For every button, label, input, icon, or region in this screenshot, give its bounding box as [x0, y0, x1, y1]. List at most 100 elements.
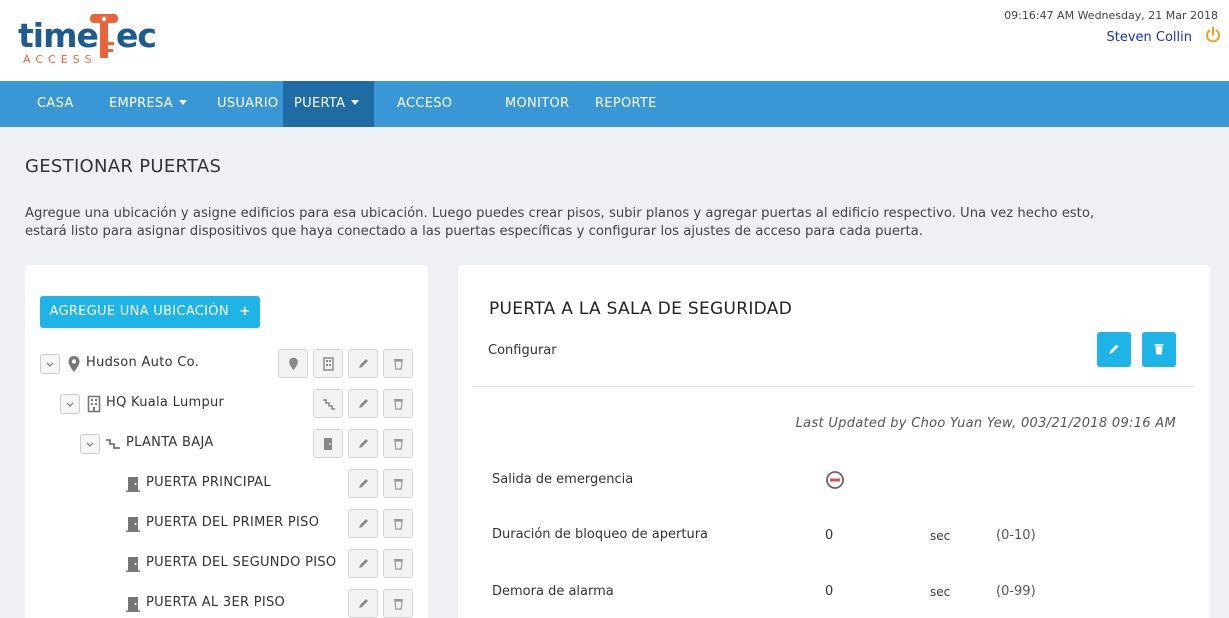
tree-node-door[interactable]: PUERTA DEL PRIMER PISO: [125, 509, 415, 539]
tree-node-door[interactable]: PUERTA DEL SEGUNDO PISO: [125, 549, 415, 579]
trash-icon: [1154, 344, 1164, 355]
edit-door-button[interactable]: [1097, 332, 1131, 367]
tree-node-floor[interactable]: PLANTA BAJA: [80, 429, 415, 459]
nav-label: CASA: [37, 96, 74, 111]
nav-item-monitor[interactable]: MONITOR: [505, 81, 569, 127]
edit-button[interactable]: [348, 349, 378, 378]
timetec-logo[interactable]: time ec ACCESS: [18, 12, 158, 68]
edit-button[interactable]: [348, 469, 378, 498]
door-title: PUERTA A LA SALA DE SEGURIDAD: [489, 299, 793, 319]
user-name-link[interactable]: Steven Collin: [1106, 30, 1192, 45]
logo-subtitle: ACCESS: [23, 53, 97, 66]
setting-label-unlock-duration: Duración de bloqueo de apertura: [492, 527, 709, 542]
nav-label: EMPRESA: [109, 96, 174, 111]
chevron-down-icon: [351, 100, 360, 105]
add-location-label: AGREGUE UNA UBICACIÓN: [49, 304, 229, 319]
add-floor-button[interactable]: [313, 389, 343, 418]
tree-node-label: PUERTA DEL PRIMER PISO: [146, 515, 320, 530]
delete-button[interactable]: [383, 389, 413, 418]
setting-label-alarm-delay: Demora de alarma: [492, 584, 614, 599]
pencil-icon: [359, 359, 368, 368]
nav-label: PUERTA: [294, 96, 346, 111]
delete-button[interactable]: [383, 349, 413, 378]
add-door-button[interactable]: [313, 429, 343, 458]
edit-button[interactable]: [348, 589, 378, 618]
trash-icon: [394, 519, 403, 530]
collapse-toggle[interactable]: [60, 394, 80, 414]
unlock-duration-value[interactable]: 0: [825, 528, 833, 543]
chevron-down-icon: [46, 362, 54, 367]
tree-node-label: PUERTA DEL SEGUNDO PISO: [146, 555, 337, 570]
range-hint: (0-10): [996, 528, 1036, 543]
edit-button[interactable]: [348, 389, 378, 418]
delete-button[interactable]: [383, 429, 413, 458]
delete-button[interactable]: [383, 469, 413, 498]
top-bar: time ec ACCESS 09:16:47 AM Wednesday, 21…: [0, 0, 1229, 81]
tree-node-label: PUERTA AL 3ER PISO: [146, 595, 286, 610]
current-datetime: 09:16:47 AM Wednesday, 21 Mar 2018: [1004, 9, 1218, 22]
trash-icon: [394, 559, 403, 570]
trash-icon: [394, 599, 403, 610]
configure-subtitle: Configurar: [488, 343, 557, 358]
delete-button[interactable]: [383, 589, 413, 618]
pencil-icon: [359, 559, 368, 568]
tree-node-door[interactable]: PUERTA AL 3ER PISO: [125, 589, 415, 618]
plus-icon: +: [239, 304, 251, 319]
setting-label-emergency-exit: Salida de emergencia: [492, 472, 634, 487]
edit-button[interactable]: [348, 429, 378, 458]
logo-text-time: time: [18, 16, 99, 55]
tree-node-door[interactable]: PUERTA PRINCIPAL: [125, 469, 415, 499]
nav-label: ACCESO: [397, 96, 453, 111]
nav-item-casa[interactable]: CASA: [37, 81, 74, 127]
delete-button[interactable]: [383, 549, 413, 578]
nav-item-reporte[interactable]: REPORTE: [595, 81, 657, 127]
delete-door-button[interactable]: [1142, 332, 1176, 367]
nav-item-puerta[interactable]: PUERTA: [283, 81, 374, 127]
location-tree-panel: AGREGUE UNA UBICACIÓN + Hudson Auto Co. …: [25, 265, 428, 618]
tree-node-label: PUERTA PRINCIPAL: [146, 475, 271, 490]
page-description: Agregue una ubicación y asigne edificios…: [25, 206, 1095, 239]
pencil-icon: [359, 519, 368, 528]
nav-item-empresa[interactable]: EMPRESA: [109, 81, 188, 127]
last-updated-text: Last Updated by Choo Yuan Yew, 003/21/20…: [795, 416, 1176, 431]
chevron-down-icon: [86, 442, 94, 447]
nav-item-usuario[interactable]: USUARIO: [217, 81, 278, 127]
collapse-toggle[interactable]: [40, 354, 60, 374]
tree-node-label: Hudson Auto Co.: [86, 355, 200, 370]
unit-label: sec: [928, 528, 953, 544]
edit-button[interactable]: [348, 509, 378, 538]
main-nav: CASA EMPRESA USUARIO PUERTA ACCESO MONIT…: [0, 81, 1229, 127]
power-icon[interactable]: [1205, 26, 1221, 44]
trash-icon: [394, 359, 403, 370]
nav-label: REPORTE: [595, 96, 657, 111]
nav-item-acceso[interactable]: ACCESO: [397, 81, 452, 127]
edit-button[interactable]: [348, 549, 378, 578]
tree-node-label: PLANTA BAJA: [126, 435, 214, 450]
delete-button[interactable]: [383, 509, 413, 538]
trash-icon: [394, 479, 403, 490]
logo-text-ec: ec: [116, 16, 157, 55]
building-icon: [87, 395, 101, 413]
disabled-minus-circle-icon[interactable]: [825, 470, 845, 490]
add-building-button[interactable]: [313, 349, 343, 378]
pencil-icon: [1109, 344, 1119, 354]
nav-label: USUARIO: [217, 96, 279, 111]
alarm-delay-value[interactable]: 0: [825, 584, 833, 599]
pencil-icon: [359, 599, 368, 608]
chevron-down-icon: [66, 402, 74, 407]
pencil-icon: [359, 399, 368, 408]
add-location-button[interactable]: AGREGUE UNA UBICACIÓN +: [40, 296, 260, 328]
divider: [472, 386, 1194, 387]
tree-node-location[interactable]: Hudson Auto Co.: [40, 349, 415, 379]
map-marker-icon: [289, 357, 298, 371]
door-detail-panel: PUERTA A LA SALA DE SEGURIDAD Configurar…: [458, 265, 1210, 618]
tree-node-building[interactable]: HQ Kuala Lumpur: [60, 389, 415, 419]
collapse-toggle[interactable]: [80, 434, 100, 454]
chevron-down-icon: [179, 100, 188, 105]
nav-label: MONITOR: [505, 96, 570, 111]
map-location-button[interactable]: [278, 349, 308, 378]
building-icon: [323, 357, 334, 371]
page-title: GESTIONAR PUERTAS: [25, 156, 222, 177]
map-marker-icon: [68, 356, 80, 372]
trash-icon: [394, 439, 403, 450]
